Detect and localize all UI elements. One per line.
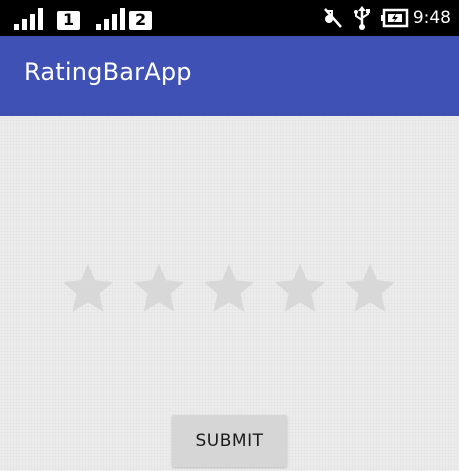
star-icon[interactable]: [130, 260, 188, 318]
signal-icon: [14, 8, 43, 30]
vibrate-off-icon: [323, 8, 342, 28]
star-icon[interactable]: [271, 260, 329, 318]
app-title: RatingBarApp: [24, 58, 192, 86]
sim1-badge: 1: [57, 11, 81, 30]
status-bar: 1 2 9:48: [0, 0, 459, 36]
star-icon[interactable]: [341, 260, 399, 318]
star-icon[interactable]: [200, 260, 258, 318]
star-icon[interactable]: [59, 260, 117, 318]
clock: 9:48: [412, 8, 451, 28]
usb-icon: [353, 6, 370, 30]
rating-bar[interactable]: [59, 258, 399, 320]
status-icons: 9:48: [313, 6, 451, 30]
battery-charging-icon: [380, 8, 409, 28]
sim2-signal: 2: [96, 8, 153, 30]
sim1-signal: 1: [14, 8, 81, 30]
sim2-badge: 2: [129, 11, 153, 30]
signal-icon: [96, 8, 125, 30]
app-bar: RatingBarApp: [0, 36, 459, 116]
submit-button[interactable]: SUBMIT: [172, 415, 287, 467]
